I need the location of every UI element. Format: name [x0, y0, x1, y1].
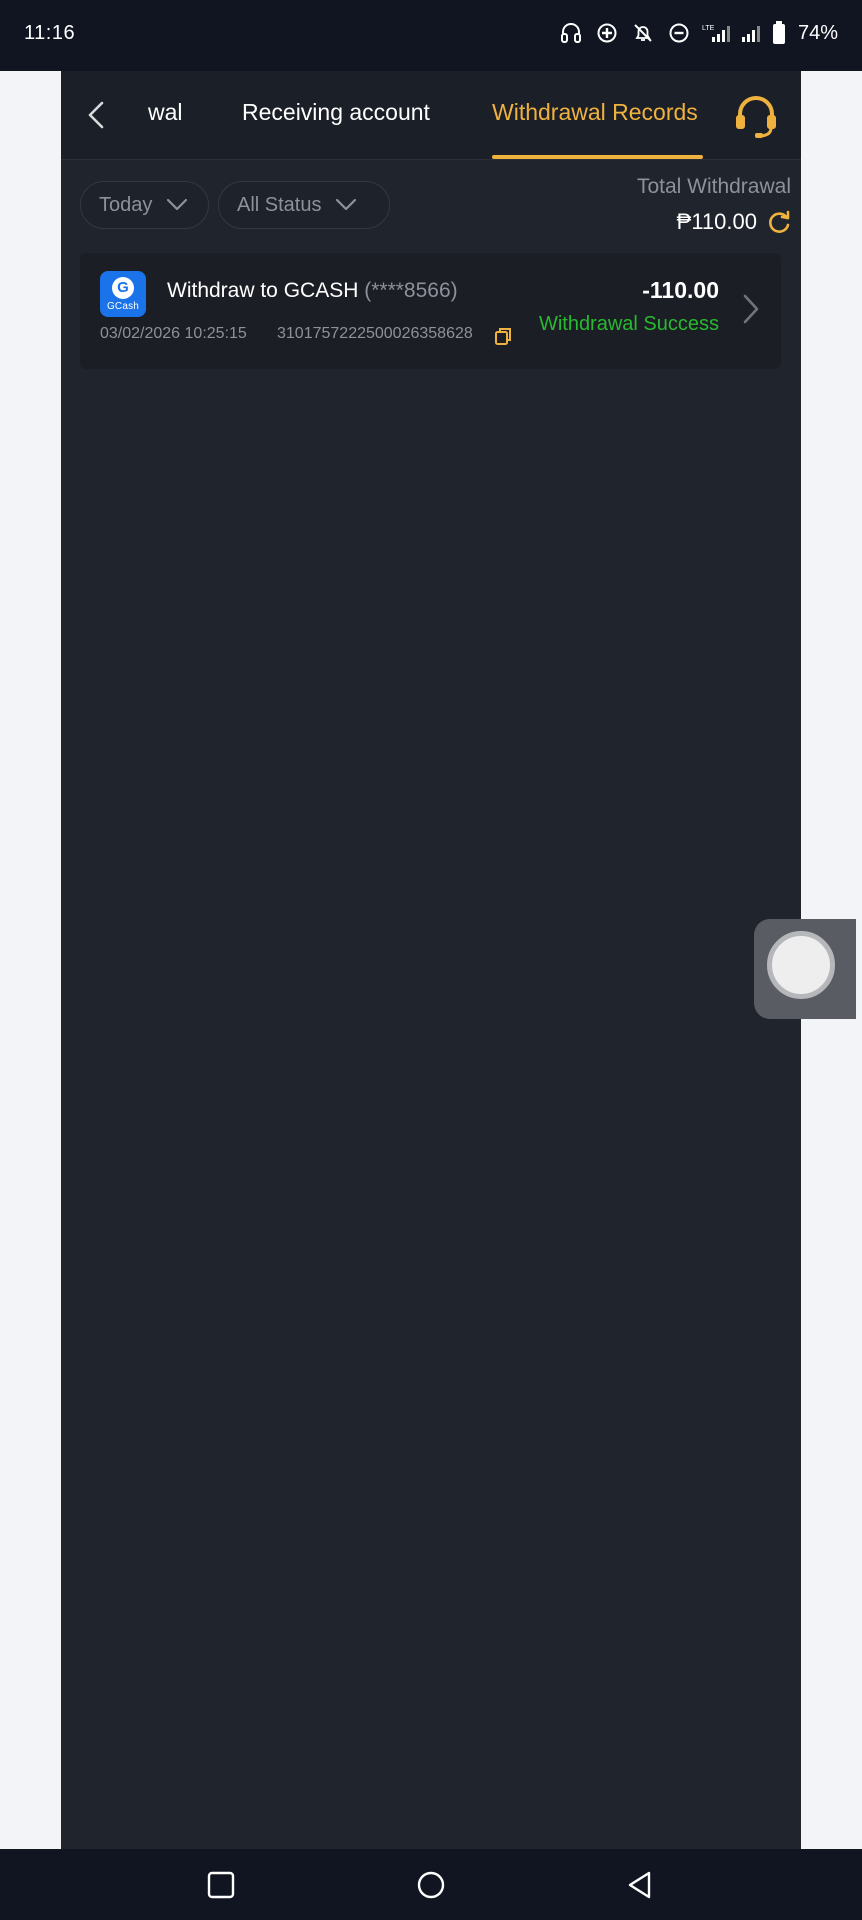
signal-icon	[741, 20, 762, 46]
top-nav: wal Receiving account Withdrawal Records	[61, 71, 801, 160]
square-icon	[207, 1871, 235, 1899]
bell-off-icon	[630, 20, 656, 46]
gcash-letter: G	[112, 276, 134, 299]
tab-withdrawal-records[interactable]: Withdrawal Records	[492, 99, 698, 126]
system-navigation-bar	[0, 1849, 862, 1920]
total-withdrawal-amount: ₱110.00	[676, 209, 757, 234]
chevron-right-icon	[743, 294, 759, 324]
floating-assistive-button[interactable]	[754, 919, 856, 1019]
status-icons: LTE 74%	[558, 20, 838, 46]
withdrawal-record-item[interactable]: G GCash Withdraw to GCASH (****8566) 03/…	[80, 253, 781, 369]
refresh-icon	[769, 210, 790, 233]
tab-receiving-account[interactable]: Receiving account	[242, 99, 430, 126]
customer-service-button[interactable]	[733, 95, 779, 139]
date-filter-label: Today	[99, 193, 153, 216]
battery-icon	[772, 20, 786, 46]
system-back-button[interactable]	[624, 1869, 656, 1901]
signal-lte-icon: LTE	[702, 20, 732, 46]
chevron-left-icon	[88, 101, 104, 129]
assistive-ring-icon	[767, 931, 835, 999]
status-filter-label: All Status	[237, 193, 322, 216]
circle-icon	[417, 1871, 445, 1899]
record-method: Withdraw to GCASH	[167, 279, 359, 302]
status-time: 11:16	[24, 22, 76, 44]
record-title: Withdraw to GCASH (****8566)	[167, 279, 458, 303]
record-transaction-id: 3101757222500026358628	[277, 325, 473, 342]
active-tab-indicator	[492, 155, 703, 159]
battery-percentage: 74%	[797, 21, 838, 44]
left-margin	[0, 71, 61, 1849]
headset-icon	[736, 96, 776, 138]
record-datetime: 03/02/2026 10:25:15	[100, 325, 247, 342]
home-button[interactable]	[415, 1869, 447, 1901]
tab-wallet[interactable]: wal	[148, 99, 183, 126]
headphones-icon	[558, 20, 584, 46]
recents-button[interactable]	[205, 1869, 237, 1901]
chevron-down-icon	[167, 198, 188, 211]
record-status: Withdrawal Success	[538, 313, 719, 335]
copy-transaction-id-button[interactable]	[494, 326, 512, 346]
total-withdrawal-label: Total Withdrawal	[636, 175, 791, 198]
back-button[interactable]	[75, 93, 117, 137]
chevron-down-icon	[336, 198, 357, 211]
status-bar: 11:16 LTE 74%	[0, 0, 862, 71]
svg-text:LTE: LTE	[702, 25, 715, 32]
date-filter-dropdown[interactable]: Today	[80, 181, 209, 229]
withdrawal-records-screen: wal Receiving account Withdrawal Records…	[61, 71, 801, 1849]
data-saver-icon	[594, 20, 620, 46]
status-filter-dropdown[interactable]: All Status	[218, 181, 390, 229]
triangle-back-icon	[628, 1871, 651, 1899]
copy-icon	[495, 328, 511, 345]
record-account: (****8566)	[364, 279, 458, 302]
refresh-button[interactable]	[765, 209, 793, 237]
gcash-logo: G GCash	[100, 271, 146, 317]
gcash-wordmark: GCash	[106, 300, 140, 312]
do-not-disturb-icon	[666, 20, 692, 46]
record-amount: -110.00	[642, 277, 719, 303]
